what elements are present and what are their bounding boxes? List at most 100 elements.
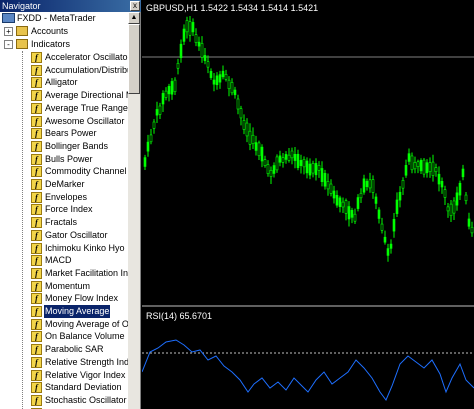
indicator-icon: f [31,267,42,279]
candle-body [338,197,342,207]
candle-body [413,162,417,170]
indicator-icon: f [31,242,42,254]
candle-body [302,159,306,168]
indicator-item[interactable]: f Ichimoku Kinko Hyo [0,242,128,255]
indicator-label: Bears Power [45,128,97,139]
indicator-icon: f [31,382,42,394]
indicator-item[interactable]: f Gator Oscillator [0,229,128,242]
candle-body [227,79,231,89]
candle-body [332,190,336,199]
candle-body [335,195,339,206]
indicator-icon: f [31,179,42,190]
indicator-icon: f [31,102,42,114]
scrollbar-thumb[interactable] [128,24,140,94]
indicator-icon: f [31,280,42,292]
indicator-item[interactable]: f On Balance Volume [0,330,128,343]
navigator-scrollbar[interactable]: ▲ [128,12,140,409]
indicator-icon: f [31,331,42,343]
candle-body [242,120,246,130]
candle-body [212,79,216,85]
candle-body [395,199,399,214]
indicator-label: Force Index [45,204,93,215]
indicator-item[interactable]: f Moving Average of Oscil [0,318,140,331]
indicator-icon: f [31,369,42,381]
candle-body [401,180,405,189]
indicator-item[interactable]: f Awesome Oscillator [0,115,128,128]
indicator-item[interactable]: f Average Directional Move [0,89,140,102]
candle-body [269,169,273,177]
chart-canvas[interactable]: GBPUSD,H1 1.5422 1.5434 1.5414 1.5421 RS… [142,0,474,409]
candle-body [188,21,192,36]
indicator-item[interactable]: f Market Facilitation Index [0,267,140,280]
candle-body [308,163,312,176]
indicator-icon: f [31,293,42,305]
monitor-icon [2,13,15,23]
indicator-item[interactable]: f Relative Strength Index [0,356,139,369]
collapse-icon[interactable]: - [4,40,13,49]
candle-body [356,197,360,209]
expand-icon[interactable]: + [4,27,13,36]
navigator-panel: Navigator x FXDD - MetaTrader + Accounts… [0,0,141,409]
candle-body [251,134,255,144]
indicator-item[interactable]: f Accelerator Oscillator [0,51,131,64]
tree-indicators[interactable]: - Indicators [0,38,128,51]
indicator-item[interactable]: f Moving Average [0,305,128,318]
indicator-icon: f [31,191,42,203]
indicator-item[interactable]: f Standard Deviation [0,381,128,394]
candle-body [350,209,354,218]
indicator-item[interactable]: f Alligator [0,76,128,89]
candle-body [293,153,297,161]
indicator-item[interactable]: f Accumulation/Distribution [0,64,140,77]
candlestick-series [143,16,474,262]
indicator-item[interactable]: fCommodity Channel Index [0,165,140,178]
indicator-icon: f [31,306,42,317]
folder-icon [16,26,28,36]
tree-accounts[interactable]: + Accounts [0,25,128,38]
indicator-item[interactable]: f Bollinger Bands [0,140,128,153]
candle-body [326,181,330,190]
candle-body [263,159,267,166]
indicator-item[interactable]: f Money Flow Index [0,292,128,305]
indicator-item[interactable]: f Stochastic Oscillator [0,394,128,407]
tree-root[interactable]: FXDD - MetaTrader [0,12,128,25]
close-icon[interactable]: x [130,1,140,11]
indicator-icon: f [31,115,42,127]
indicator-item[interactable]: f Bears Power [0,127,128,140]
candle-body [347,206,351,220]
candle-body [281,157,285,163]
candle-body [173,79,177,93]
indicator-item[interactable]: f Momentum [0,280,128,293]
candle-body [287,154,291,161]
chart-window[interactable]: GBPUSD,H1 1.5422 1.5434 1.5414 1.5421 RS… [142,0,474,409]
indicator-item[interactable]: f Parabolic SAR [0,343,128,356]
indicator-label: Parabolic SAR [45,344,104,355]
candle-body [257,142,261,157]
candle-body [446,206,450,212]
scroll-up-icon[interactable]: ▲ [128,12,140,24]
indicator-item[interactable]: f Relative Vigor Index [0,369,128,382]
indicator-label: Market Facilitation Index [45,267,140,278]
navigator-titlebar[interactable]: Navigator x [0,0,141,12]
candle-body [470,226,474,234]
indicator-item[interactable]: f Envelopes [0,191,128,204]
candle-body [146,141,150,152]
indicator-icon: f [31,344,42,356]
candle-body [254,142,258,151]
indicator-item[interactable]: f Bulls Power [0,153,128,166]
indicator-icon: f [31,90,42,102]
indicator-label: Ichimoku Kinko Hyo [45,242,125,253]
candle-body [164,90,168,98]
candle-body [278,155,282,163]
indicator-item[interactable]: f MACD [0,254,128,267]
indicator-label: Awesome Oscillator [45,115,125,126]
indicator-item[interactable]: f Fractals [0,216,128,229]
candle-body [320,168,324,182]
candle-body [449,203,453,217]
indicator-item[interactable]: f Average True Range [0,102,128,115]
folder-icon [16,39,28,49]
candle-body [260,146,264,162]
indicator-label: Relative Strength Index [45,356,139,367]
indicator-item[interactable]: f Force Index [0,203,128,216]
indicator-item[interactable]: f DeMarker [0,178,128,191]
candle-body [155,109,159,116]
